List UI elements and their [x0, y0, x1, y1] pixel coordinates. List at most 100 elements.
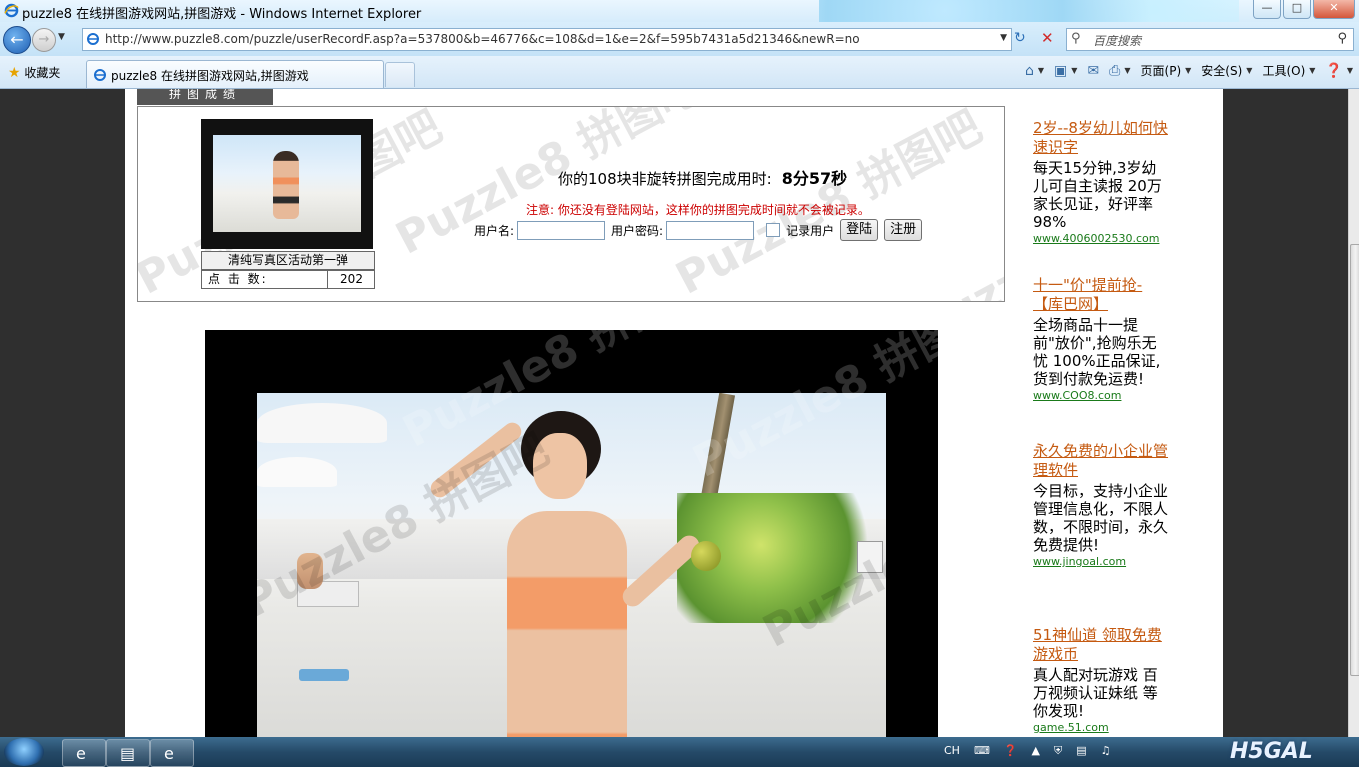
h5gal-logo: H5GAL: [1230, 739, 1313, 764]
section-header: 拼图成绩: [137, 89, 273, 105]
scrollbar-thumb[interactable]: [1350, 244, 1359, 676]
ie-logo-icon: [4, 3, 19, 18]
maximize-button[interactable]: □: [1283, 0, 1311, 19]
safety-menu[interactable]: 安全(S): [1201, 62, 1242, 79]
help-icon[interactable]: ❓: [1004, 744, 1018, 758]
home-dropdown-icon[interactable]: ▼: [1038, 66, 1044, 75]
close-button[interactable]: ✕: [1313, 0, 1355, 19]
page-menu[interactable]: 页面(P): [1141, 62, 1182, 79]
taskbar-ie-button[interactable]: e: [62, 739, 106, 767]
feeds-icon[interactable]: ▣: [1054, 63, 1067, 79]
ad-item[interactable]: 2岁--8岁幼儿如何快速识字 每天15分钟,3岁幼儿可自主读报 20万家长见证，…: [1033, 119, 1169, 245]
taskbar-ie-window-button[interactable]: e: [150, 739, 194, 767]
click-count-label: 点 击 数:: [202, 271, 328, 288]
folder-icon: ▤: [120, 744, 136, 763]
network-icon[interactable]: ▲: [1032, 744, 1040, 758]
favorites-label: 收藏夹: [24, 66, 61, 80]
help-icon[interactable]: ❓: [1325, 63, 1342, 79]
content-viewport: 拼图成绩 Puzzle8 拼图吧 Puzzle8 拼图吧 Puzzle8 拼图吧…: [0, 89, 1348, 737]
result-text: 你的108块非旋转拼图完成用时:: [558, 170, 772, 188]
stop-icon[interactable]: ✕: [1041, 29, 1054, 47]
username-label: 用户名:: [474, 223, 515, 238]
search-box[interactable]: ⚲ 百度搜索 ⚲: [1066, 28, 1354, 51]
click-count-row: 点 击 数: 202: [201, 270, 375, 289]
puzzle-photo: [257, 393, 886, 737]
web-page: 拼图成绩 Puzzle8 拼图吧 Puzzle8 拼图吧 Puzzle8 拼图吧…: [125, 89, 1223, 737]
tools-menu[interactable]: 工具(O): [1262, 62, 1305, 79]
ad-link[interactable]: www.jingoal.com: [1033, 555, 1169, 568]
refresh-icon[interactable]: ↻: [1014, 30, 1026, 46]
print-icon[interactable]: ⎙: [1109, 63, 1120, 79]
register-button[interactable]: 注册: [884, 219, 923, 241]
click-count-value: 202: [340, 272, 363, 286]
ie-icon: e: [164, 744, 174, 763]
ad-title[interactable]: 十一"价"提前抢-【库巴网】: [1033, 276, 1169, 314]
thumbnail-photo: [213, 135, 361, 232]
history-dropdown-icon[interactable]: ▼: [58, 32, 65, 42]
result-message: 你的108块非旋转拼图完成用时: 8分57秒: [558, 165, 847, 189]
volume-icon[interactable]: ♫: [1101, 744, 1111, 758]
language-indicator[interactable]: CH: [944, 744, 960, 758]
system-tray: CH ⌨ ❓ ▲ ⛨ ▤ ♫: [944, 744, 1125, 758]
print-dropdown-icon[interactable]: ▼: [1124, 66, 1130, 75]
tab-puzzle8[interactable]: puzzle8 在线拼图游戏网站,拼图游戏: [86, 60, 384, 88]
feeds-dropdown-icon[interactable]: ▼: [1071, 66, 1077, 75]
back-button[interactable]: ←: [3, 26, 31, 54]
login-notice: 注意: 你还没有登陆网站，这样你的拼图完成时间就不会被记录。: [526, 203, 870, 217]
search-button-icon[interactable]: ⚲: [1337, 31, 1347, 46]
ad-description: 真人配对玩游戏 百万视频认证妹纸 等你发现!: [1033, 666, 1158, 720]
minimize-button[interactable]: —: [1253, 0, 1281, 19]
ad-title[interactable]: 永久免费的小企业管理软件: [1033, 442, 1169, 480]
ad-title[interactable]: 2岁--8岁幼儿如何快速识字: [1033, 119, 1169, 157]
safety-menu-dropdown-icon[interactable]: ▼: [1246, 66, 1252, 75]
tools-menu-dropdown-icon[interactable]: ▼: [1309, 66, 1315, 75]
tab-title: puzzle8 在线拼图游戏网站,拼图游戏: [111, 69, 309, 83]
ad-item[interactable]: 51神仙道 领取免费游戏币 真人配对玩游戏 百万视频认证妹纸 等你发现! gam…: [1033, 626, 1169, 734]
window-title: puzzle8 在线拼图游戏网站,拼图游戏 - Windows Internet…: [22, 7, 422, 22]
command-bar: ⌂ ▼ ▣ ▼ ✉ ⎙ ▼ 页面(P) ▼ 安全(S) ▼ 工具(O) ▼ ❓ ▼: [1015, 62, 1353, 79]
result-time: 8分57秒: [781, 169, 848, 188]
search-input[interactable]: 百度搜索: [1093, 32, 1141, 49]
ie-icon: e: [76, 744, 86, 763]
remember-checkbox[interactable]: [766, 223, 781, 237]
result-panel: Puzzle8 拼图吧 Puzzle8 拼图吧 Puzzle8 拼图吧 Puzz…: [137, 106, 1005, 302]
ad-description: 每天15分钟,3岁幼儿可自主读报 20万家长见证，好评率98%: [1033, 159, 1162, 231]
favorites-button[interactable]: ★ 收藏夹: [8, 64, 60, 81]
taskbar-explorer-button[interactable]: ▤: [106, 739, 150, 767]
login-form: 用户名: 用户密码: 记录用户 登陆 注册: [474, 219, 923, 241]
puzzle-thumbnail[interactable]: [201, 119, 373, 249]
home-icon[interactable]: ⌂: [1025, 63, 1034, 79]
taskbar: e ▤ e CH ⌨ ❓ ▲ ⛨ ▤ ♫ H5GAL: [0, 737, 1359, 767]
thumbnail-caption: 清纯写真区活动第一弹: [201, 251, 375, 270]
username-input[interactable]: [517, 220, 606, 240]
ad-title[interactable]: 51神仙道 领取免费游戏币: [1033, 626, 1169, 664]
window-title-bar: puzzle8 在线拼图游戏网站,拼图游戏 - Windows Internet…: [0, 0, 1359, 22]
ad-description: 今目标，支持小企业管理信息化，不限人数，不限时间，永久免费提供!: [1033, 482, 1169, 554]
keyboard-icon[interactable]: ⌨: [974, 744, 990, 758]
ad-link[interactable]: www.COO8.com: [1033, 389, 1169, 402]
start-button[interactable]: [4, 738, 44, 766]
remember-label: 记录用户: [786, 223, 835, 238]
navigation-bar: ← → ▼ http://www.puzzle8.com/puzzle/user…: [0, 22, 1359, 56]
ad-link[interactable]: game.51.com: [1033, 721, 1169, 734]
ad-item[interactable]: 永久免费的小企业管理软件 今目标，支持小企业管理信息化，不限人数，不限时间，永久…: [1033, 442, 1169, 568]
new-tab-button[interactable]: [385, 62, 415, 87]
vertical-scrollbar[interactable]: [1348, 89, 1359, 737]
password-input[interactable]: [666, 220, 755, 240]
help-dropdown-icon[interactable]: ▼: [1347, 66, 1353, 75]
ad-link[interactable]: www.4006002530.com: [1033, 232, 1169, 245]
address-url[interactable]: http://www.puzzle8.com/puzzle/userRecord…: [105, 32, 860, 46]
ad-item[interactable]: 十一"价"提前抢-【库巴网】 全场商品十一提前"放价",抢购乐无忧 100%正品…: [1033, 276, 1169, 402]
page-icon: [87, 33, 99, 45]
monitor-icon[interactable]: ▤: [1076, 744, 1086, 758]
address-bar[interactable]: http://www.puzzle8.com/puzzle/userRecord…: [82, 28, 1012, 51]
mail-icon[interactable]: ✉: [1087, 63, 1099, 79]
forward-button[interactable]: →: [32, 28, 56, 52]
login-button[interactable]: 登陆: [840, 219, 879, 241]
title-bar-decoration: [819, 0, 1239, 22]
shield-icon[interactable]: ⛨: [1054, 744, 1062, 758]
star-icon: ★: [8, 65, 21, 81]
ie-page-icon: [94, 69, 106, 81]
address-dropdown-icon[interactable]: ▼: [1000, 33, 1007, 43]
page-menu-dropdown-icon[interactable]: ▼: [1185, 66, 1191, 75]
